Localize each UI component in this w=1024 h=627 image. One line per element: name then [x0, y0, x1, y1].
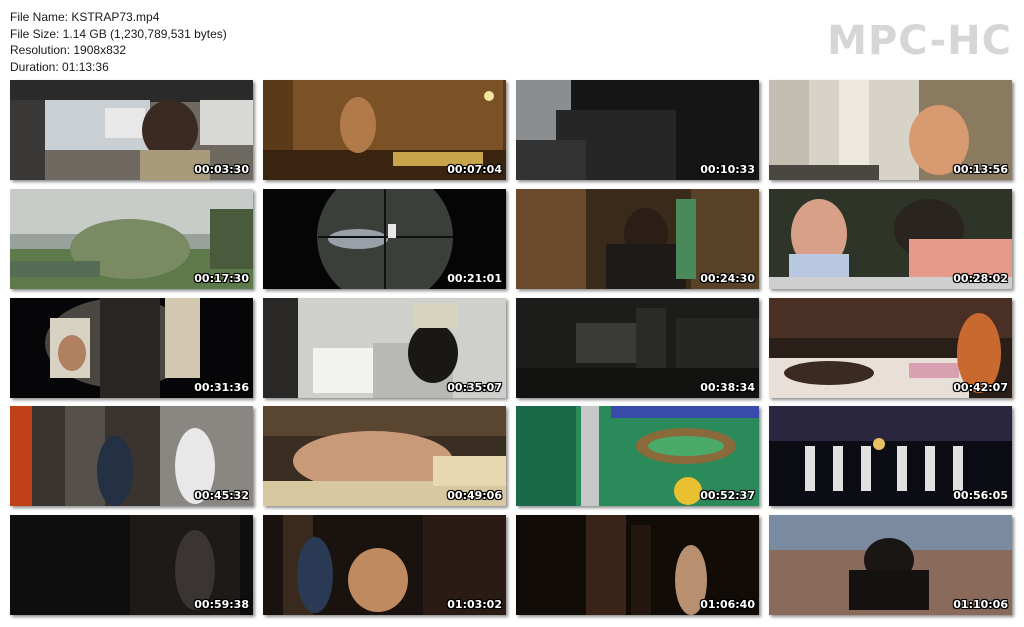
- thumbnail[interactable]: 00:31:36: [10, 298, 253, 398]
- thumbnail[interactable]: 00:17:30: [10, 189, 253, 289]
- thumbnail-timestamp: 00:56:05: [953, 489, 1008, 502]
- thumbnail-timestamp: 01:06:40: [700, 598, 755, 611]
- thumbnail[interactable]: 00:49:06: [263, 406, 506, 506]
- thumbnail-grid: 00:03:30 00:07:04 00:10:33 00:13:56 00:1…: [0, 0, 1024, 627]
- thumbnail-timestamp: 00:35:07: [447, 381, 502, 394]
- thumbnail-timestamp: 00:07:04: [447, 163, 502, 176]
- thumbnail-timestamp: 00:24:30: [700, 272, 755, 285]
- thumbnail[interactable]: 00:03:30: [10, 80, 253, 180]
- thumbnail-timestamp: 00:21:01: [447, 272, 502, 285]
- thumbnail-timestamp: 00:59:38: [194, 598, 249, 611]
- thumbnail[interactable]: 00:42:07: [769, 298, 1012, 398]
- thumbnail-timestamp: 00:42:07: [953, 381, 1008, 394]
- thumbnail-timestamp: 01:03:02: [447, 598, 502, 611]
- thumbnail[interactable]: 00:10:33: [516, 80, 759, 180]
- thumbnail[interactable]: 00:52:37: [516, 406, 759, 506]
- thumbnail-timestamp: 00:03:30: [194, 163, 249, 176]
- thumbnail-timestamp: 00:31:36: [194, 381, 249, 394]
- thumbnail[interactable]: 01:10:06: [769, 515, 1012, 615]
- thumbnail[interactable]: 00:28:02: [769, 189, 1012, 289]
- thumbnail[interactable]: 00:56:05: [769, 406, 1012, 506]
- thumbnail-timestamp: 00:49:06: [447, 489, 502, 502]
- thumbnail[interactable]: 00:59:38: [10, 515, 253, 615]
- thumbnail-timestamp: 00:10:33: [700, 163, 755, 176]
- thumbnail[interactable]: 00:24:30: [516, 189, 759, 289]
- thumbnail-timestamp: 00:45:32: [194, 489, 249, 502]
- thumbnail-timestamp: 00:38:34: [700, 381, 755, 394]
- thumbnail[interactable]: 00:21:01: [263, 189, 506, 289]
- thumbnail[interactable]: 00:38:34: [516, 298, 759, 398]
- thumbnail-timestamp: 01:10:06: [953, 598, 1008, 611]
- thumbnail[interactable]: 01:03:02: [263, 515, 506, 615]
- thumbnail-timestamp: 00:28:02: [953, 272, 1008, 285]
- thumbnail-timestamp: 00:52:37: [700, 489, 755, 502]
- thumbnail[interactable]: 00:35:07: [263, 298, 506, 398]
- thumbnail[interactable]: 00:45:32: [10, 406, 253, 506]
- thumbnail[interactable]: 00:13:56: [769, 80, 1012, 180]
- thumbnail-timestamp: 00:17:30: [194, 272, 249, 285]
- thumbnail-timestamp: 00:13:56: [953, 163, 1008, 176]
- thumbnail[interactable]: 00:07:04: [263, 80, 506, 180]
- thumbnail[interactable]: 01:06:40: [516, 515, 759, 615]
